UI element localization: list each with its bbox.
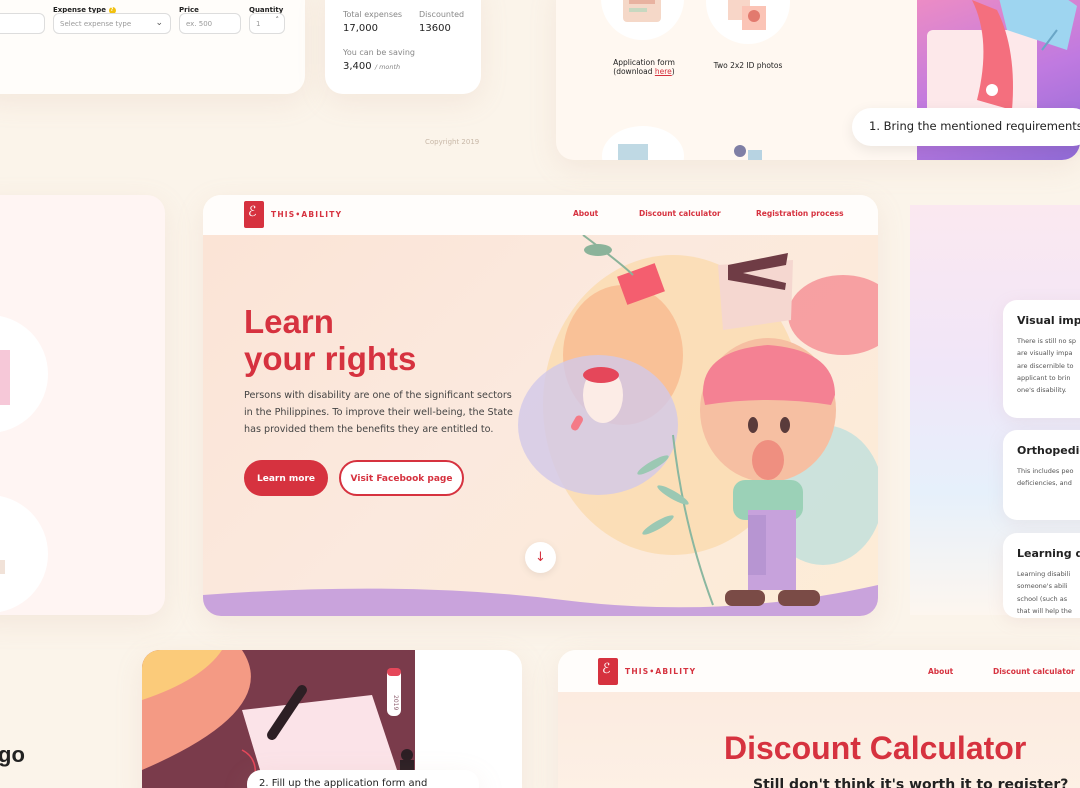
nav-about[interactable]: About (573, 209, 598, 218)
caption-pre: (download (613, 67, 655, 76)
logo-text[interactable]: THIS•ABILITY (271, 210, 342, 219)
total-expenses-label: Total expenses (343, 10, 403, 19)
left-illustration-circle-2 (0, 495, 48, 613)
info-card-line: are visually impa (1017, 349, 1073, 358)
nav-discount-calculator[interactable]: Discount calculator (639, 209, 721, 218)
calculator-title: Discount Calculator (724, 730, 1027, 766)
calculator-navbar: THIS•ABILITY About Discount calculator (558, 650, 1080, 692)
info-card-title: Visual imp (1017, 314, 1080, 327)
info-card-line: This includes peo (1017, 467, 1074, 475)
info-card-line: There is still no sp (1017, 337, 1077, 345)
info-card-line: Learning disabili (1017, 570, 1071, 578)
info-card-line: one's disability. (1017, 386, 1067, 395)
facebook-button[interactable]: Visit Facebook page (339, 460, 464, 496)
info-card-line: applicant to brin (1017, 374, 1071, 383)
saving-unit: / month (374, 63, 401, 71)
discounted-value: 13600 (419, 23, 451, 34)
folder-icon (618, 144, 648, 160)
name-field-fragment[interactable] (0, 13, 45, 34)
person-icon (734, 145, 762, 160)
left-illustration-circle-1 (0, 315, 48, 433)
application-form-illustration (601, 0, 684, 40)
info-card-title: Learning d (1017, 547, 1080, 560)
price-input[interactable]: ex. 500 (179, 13, 241, 34)
step-2-illustration-card: 2019 (142, 650, 522, 788)
info-card-orthopedic[interactable]: Orthopedic This includes peo deficiencie… (1003, 430, 1080, 520)
saving-label: You can be saving (343, 48, 415, 57)
expense-calculator-panel: Expense type ? Select expense type ⌄ Pri… (0, 0, 305, 94)
logo-text[interactable]: THIS•ABILITY (625, 667, 696, 676)
price-placeholder: ex. 500 (186, 20, 213, 28)
arrow-down-icon: ↓ (535, 550, 546, 565)
caption-line-1: Application form (613, 58, 675, 67)
id-photos-illustration (706, 0, 790, 44)
info-card-title: Orthopedic (1017, 444, 1080, 457)
info-card-line: that will help the (1017, 607, 1072, 616)
info-card-line: school (such as (1017, 594, 1068, 603)
learn-more-button[interactable]: Learn more (244, 460, 328, 496)
calculator-subtitle: Still don't think it's worth it to regis… (753, 777, 1069, 788)
hero-title-line-1: Learn (244, 303, 334, 340)
saving-value: 3,400 / month (343, 61, 400, 72)
caption-post: ) (671, 67, 675, 76)
copyright-text: Copyright 2019 (425, 138, 480, 146)
hero-description: Persons with disability are one of the s… (244, 390, 513, 435)
caption-line-2: (download here) (604, 67, 684, 76)
quantity-stepper[interactable]: 1 ˄ (249, 13, 285, 34)
hero-title: Learn your rights (244, 303, 416, 377)
discounted-label: Discounted (419, 10, 465, 19)
left-side-card: enters (0, 195, 165, 615)
info-card-line: deficiencies, and (1017, 479, 1072, 488)
chevron-down-icon: ⌄ (155, 18, 163, 28)
discount-calculator-window: THIS•ABILITY About Discount calculator D… (558, 650, 1080, 788)
person-reading-icon (0, 560, 5, 574)
hero-navbar: THIS•ABILITY About Discount calculator R… (203, 195, 878, 235)
saving-amount: 3,400 (343, 61, 372, 72)
tube-label: 2019 (392, 695, 399, 710)
hero-title-line-2: your rights (244, 340, 417, 377)
building-icon (0, 350, 10, 405)
writing-illustration: 2019 (142, 650, 415, 788)
document-icon (623, 0, 661, 22)
info-card-line: are discernible to (1017, 361, 1074, 370)
download-link[interactable]: here (655, 67, 672, 76)
total-expenses-value: 17,000 (343, 23, 378, 34)
nav-discount-calculator[interactable]: Discount calculator (993, 667, 1075, 676)
logo-icon[interactable] (598, 658, 618, 685)
chevron-up-icon[interactable]: ˄ (276, 16, 280, 24)
info-card-visual[interactable]: Visual imp There is still no sp are visu… (1003, 300, 1080, 418)
hero-window: THIS•ABILITY About Discount calculator R… (203, 195, 878, 616)
photo-icon (728, 0, 766, 30)
calculator-body: Discount Calculator Still don't think it… (558, 692, 1080, 788)
totals-panel: Total expenses 17,000 Discounted 13600 Y… (325, 0, 481, 94)
nav-about[interactable]: About (928, 667, 953, 676)
application-form-caption: Application form (download here) (604, 58, 684, 76)
section-heading-fragment: go (0, 742, 25, 767)
info-card-learning[interactable]: Learning d Learning disabili someone's a… (1003, 533, 1080, 618)
step-2-text: 2. Fill up the application form and (259, 778, 428, 788)
nav-registration-process[interactable]: Registration process (756, 209, 844, 218)
logo-icon[interactable] (244, 201, 264, 228)
expense-type-placeholder: Select expense type (60, 20, 132, 28)
step-1-bubble: 1. Bring the mentioned requirements (852, 108, 1080, 146)
info-card-line: someone's abili (1017, 582, 1068, 591)
illustration-circle-3 (602, 126, 684, 160)
step-2-bubble: 2. Fill up the application form and (247, 770, 479, 788)
id-photos-caption: Two 2x2 ID photos (713, 61, 783, 70)
step-1-text: 1. Bring the mentioned requirements (869, 119, 1080, 133)
expense-type-select[interactable]: Select expense type ⌄ (53, 13, 171, 34)
scroll-down-button[interactable]: ↓ (525, 542, 556, 573)
quantity-value: 1 (256, 20, 261, 28)
